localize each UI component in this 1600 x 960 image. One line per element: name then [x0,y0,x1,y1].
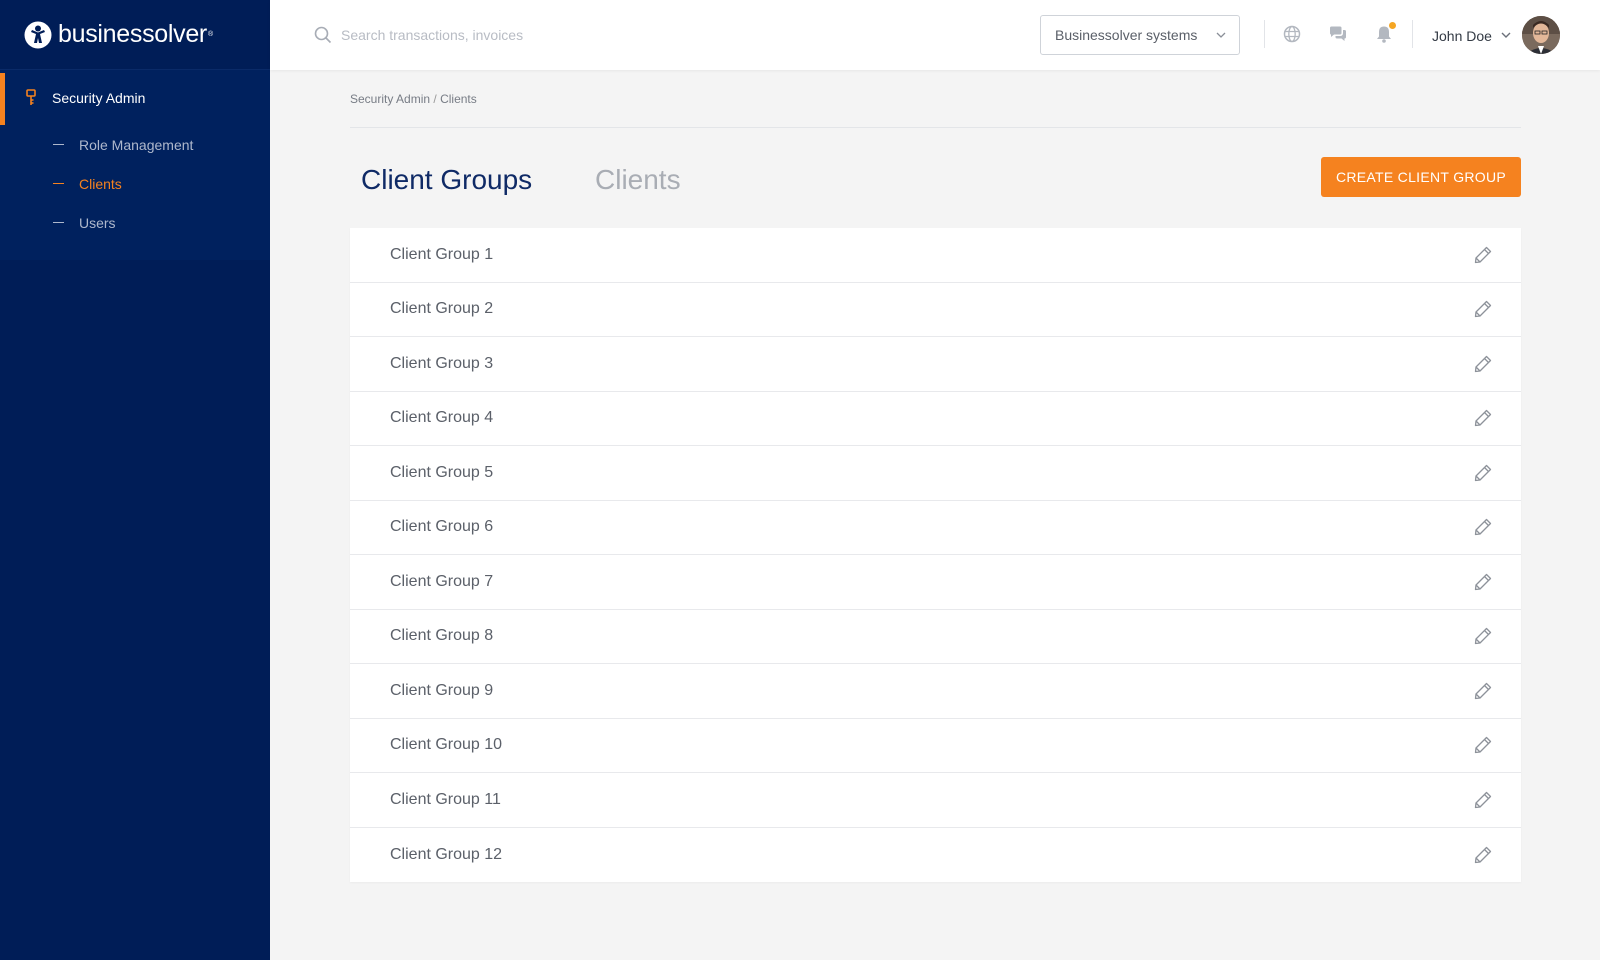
list-item[interactable]: Client Group 8 [350,610,1521,664]
avatar[interactable] [1522,16,1560,54]
list-item[interactable]: Client Group 6 [350,501,1521,555]
create-client-group-button[interactable]: CREATE CLIENT GROUP [1321,157,1521,197]
client-group-name: Client Group 2 [390,300,494,318]
chat-icon[interactable] [1328,24,1348,44]
breadcrumb: Security Admin / Clients [350,92,477,106]
pencil-icon[interactable] [1473,299,1493,319]
sidebar-item-users[interactable]: Users [0,203,270,242]
client-group-name: Client Group 7 [390,572,494,590]
list-item[interactable]: Client Group 4 [350,392,1521,446]
client-group-name: Client Group 9 [390,681,494,699]
search-bar [314,26,661,44]
user-name[interactable]: John Doe [1432,28,1492,44]
breadcrumb-separator: / [433,92,437,106]
list-item[interactable]: Client Group 1 [350,228,1521,283]
globe-icon[interactable] [1282,24,1302,44]
notification-badge [1389,22,1396,29]
client-group-name: Client Group 12 [390,845,503,863]
list-item[interactable]: Client Group 3 [350,337,1521,392]
pencil-icon[interactable] [1473,572,1493,592]
sidebar-item-security-admin[interactable]: Security Admin [0,70,270,125]
system-select-value: Businessolver systems [1055,27,1198,43]
chevron-down-icon [1216,32,1226,38]
client-group-name: Client Group 8 [390,627,494,645]
pencil-icon[interactable] [1473,517,1493,537]
client-group-name: Client Group 10 [390,736,503,754]
breadcrumb-current: Clients [440,92,477,106]
list-item[interactable]: Client Group 7 [350,555,1521,610]
breadcrumb-link-security-admin[interactable]: Security Admin [350,92,430,106]
chevron-down-icon[interactable] [1500,29,1512,41]
sidebar-item-clients[interactable]: Clients [0,164,270,203]
dash-icon [53,222,64,223]
divider [350,127,1521,128]
businessolver-logo-icon [24,21,52,48]
client-group-name: Client Group 11 [390,790,501,808]
list-item[interactable]: Client Group 12 [350,828,1521,883]
client-group-name: Client Group 3 [390,354,494,372]
system-select[interactable]: Businessolver systems [1040,15,1240,55]
client-group-name: Client Group 5 [390,463,494,481]
pencil-icon[interactable] [1473,463,1493,483]
client-group-name: Client Group 1 [390,245,494,263]
sidebar-item-label: Users [79,214,116,231]
pencil-icon[interactable] [1473,845,1493,865]
client-group-list: Client Group 1 Client Group 2 Client Group… [350,228,1521,882]
dash-icon [53,183,64,184]
key-icon [26,88,36,105]
list-item[interactable]: Client Group 2 [350,283,1521,337]
pencil-icon[interactable] [1473,735,1493,755]
pencil-icon[interactable] [1473,626,1493,646]
header-divider [1412,20,1413,48]
pencil-icon[interactable] [1473,681,1493,701]
client-group-name: Client Group 4 [390,409,494,427]
tab-client-groups[interactable]: Client Groups [361,164,532,196]
pencil-icon[interactable] [1473,245,1493,265]
search-icon [314,26,332,44]
list-item[interactable]: Client Group 9 [350,664,1521,719]
user-avatar-icon [1522,16,1560,54]
list-item[interactable]: Client Group 10 [350,719,1521,773]
brand-logo[interactable]: businessolver ® [0,0,270,70]
sidebar-item-label: Security Admin [52,89,146,106]
sidebar-item-role-management[interactable]: Role Management [0,125,270,164]
top-header: Businessolver systems John Doe [270,0,1600,70]
client-group-name: Client Group 6 [390,518,494,536]
pencil-icon[interactable] [1473,408,1493,428]
tab-clients[interactable]: Clients [595,164,681,196]
sidebar-item-label: Role Management [79,136,194,153]
dash-icon [53,144,64,145]
brand-name: businessolver [58,20,207,48]
list-item[interactable]: Client Group 11 [350,773,1521,828]
sidebar-nav: Security Admin Role Management Clients U… [0,70,270,260]
search-input[interactable] [341,27,661,43]
sidebar-item-label: Clients [79,175,122,192]
sidebar: businessolver ® Security Admin Role Manag… [0,0,270,960]
header-divider [1264,20,1265,48]
pencil-icon[interactable] [1473,354,1493,374]
pencil-icon[interactable] [1473,790,1493,810]
list-item[interactable]: Client Group 5 [350,446,1521,501]
